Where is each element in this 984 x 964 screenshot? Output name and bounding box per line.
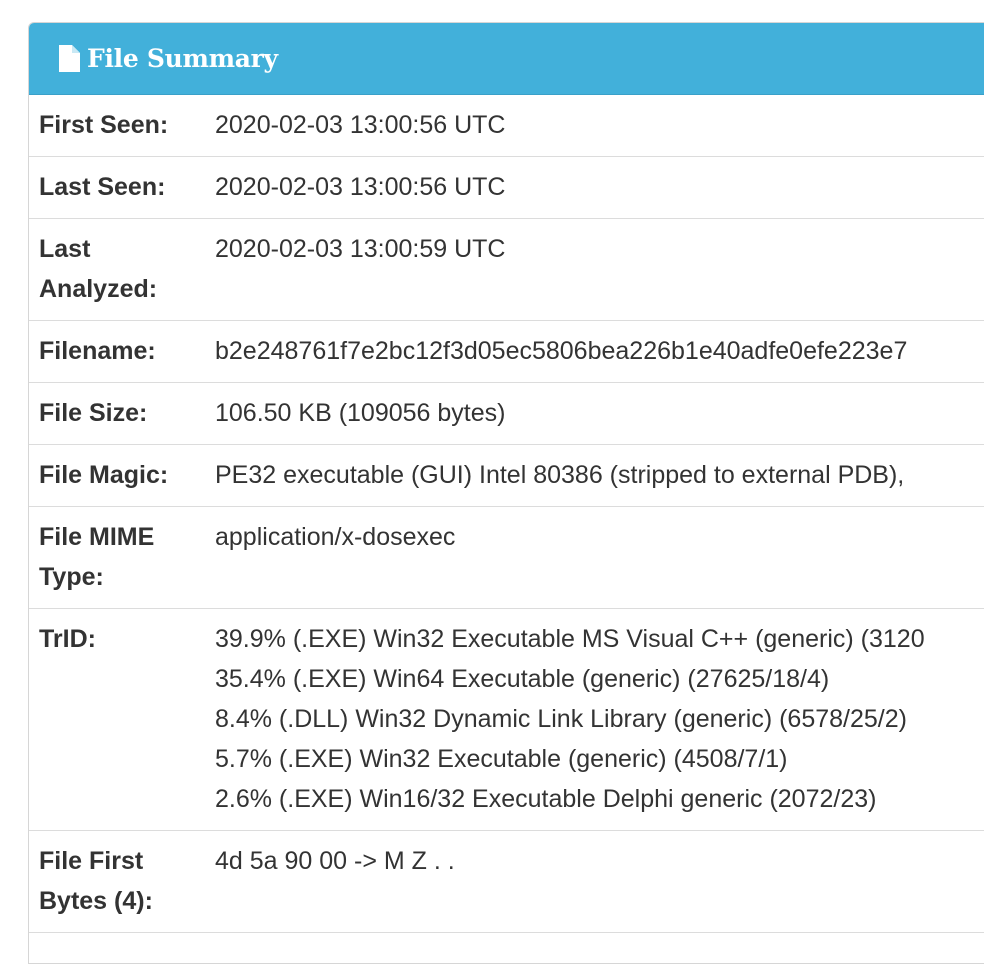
label-file-size: File Size: <box>39 399 148 427</box>
label-file-first-bytes-line2: Bytes (4): <box>39 887 153 915</box>
label-last-analyzed-line2: Analyzed: <box>39 275 158 303</box>
trid-line: 39.9% (.EXE) Win32 Executable MS Visual … <box>215 625 925 653</box>
trid-line: 2.6% (.EXE) Win16/32 Executable Delphi g… <box>215 785 877 813</box>
label-file-first-bytes-line1: File First <box>39 847 144 875</box>
row-first-seen: First Seen: 2020-02-03 13:00:56 UTC <box>29 95 984 157</box>
value-last-analyzed: 2020-02-03 13:00:59 UTC <box>215 235 506 263</box>
panel-header: File Summary <box>29 23 984 95</box>
value-trid: 39.9% (.EXE) Win32 Executable MS Visual … <box>205 602 984 830</box>
label-first-seen: First Seen: <box>39 111 169 139</box>
label-file-magic: File Magic: <box>39 461 169 489</box>
value-file-magic: PE32 executable (GUI) Intel 80386 (strip… <box>215 461 905 489</box>
value-file-mime: application/x-dosexec <box>215 523 456 551</box>
row-filename: Filename: b2e248761f7e2bc12f3d05ec5806be… <box>29 321 984 383</box>
row-file-first-bytes: File First Bytes (4): 4d 5a 90 00 -> M Z… <box>29 831 984 933</box>
trid-line: 35.4% (.EXE) Win64 Executable (generic) … <box>215 665 830 693</box>
file-summary-panel: File Summary First Seen: 2020-02-03 13:0… <box>28 22 984 964</box>
value-file-size: 106.50 KB (109056 bytes) <box>215 399 506 427</box>
trid-line: 8.4% (.DLL) Win32 Dynamic Link Library (… <box>215 705 907 733</box>
label-last-analyzed: Last Analyzed: <box>29 212 205 320</box>
value-last-seen: 2020-02-03 13:00:56 UTC <box>215 173 506 201</box>
value-first-seen: 2020-02-03 13:00:56 UTC <box>215 111 506 139</box>
label-file-first-bytes: File First Bytes (4): <box>29 824 205 932</box>
label-last-seen: Last Seen: <box>39 173 166 201</box>
label-file-mime: File MIME Type: <box>29 500 205 608</box>
value-filename: b2e248761f7e2bc12f3d05ec5806bea226b1e40a… <box>215 337 908 365</box>
row-last-seen: Last Seen: 2020-02-03 13:00:56 UTC <box>29 157 984 219</box>
row-trid: TrID: 39.9% (.EXE) Win32 Executable MS V… <box>29 609 984 831</box>
panel-title: File Summary <box>87 44 278 73</box>
label-file-mime-line2: Type: <box>39 563 104 591</box>
trid-line: 5.7% (.EXE) Win32 Executable (generic) (… <box>215 745 788 773</box>
label-file-mime-line1: File MIME <box>39 523 155 551</box>
row-file-magic: File Magic: PE32 executable (GUI) Intel … <box>29 445 984 507</box>
row-last-analyzed: Last Analyzed: 2020-02-03 13:00:59 UTC <box>29 219 984 321</box>
row-file-size: File Size: 106.50 KB (109056 bytes) <box>29 383 984 445</box>
label-filename: Filename: <box>39 337 156 365</box>
row-file-mime: File MIME Type: application/x-dosexec <box>29 507 984 609</box>
label-last-analyzed-line1: Last <box>39 235 91 263</box>
value-file-first-bytes: 4d 5a 90 00 -> M Z . . <box>215 847 455 875</box>
label-trid: TrID: <box>39 625 96 653</box>
file-icon <box>59 45 80 72</box>
